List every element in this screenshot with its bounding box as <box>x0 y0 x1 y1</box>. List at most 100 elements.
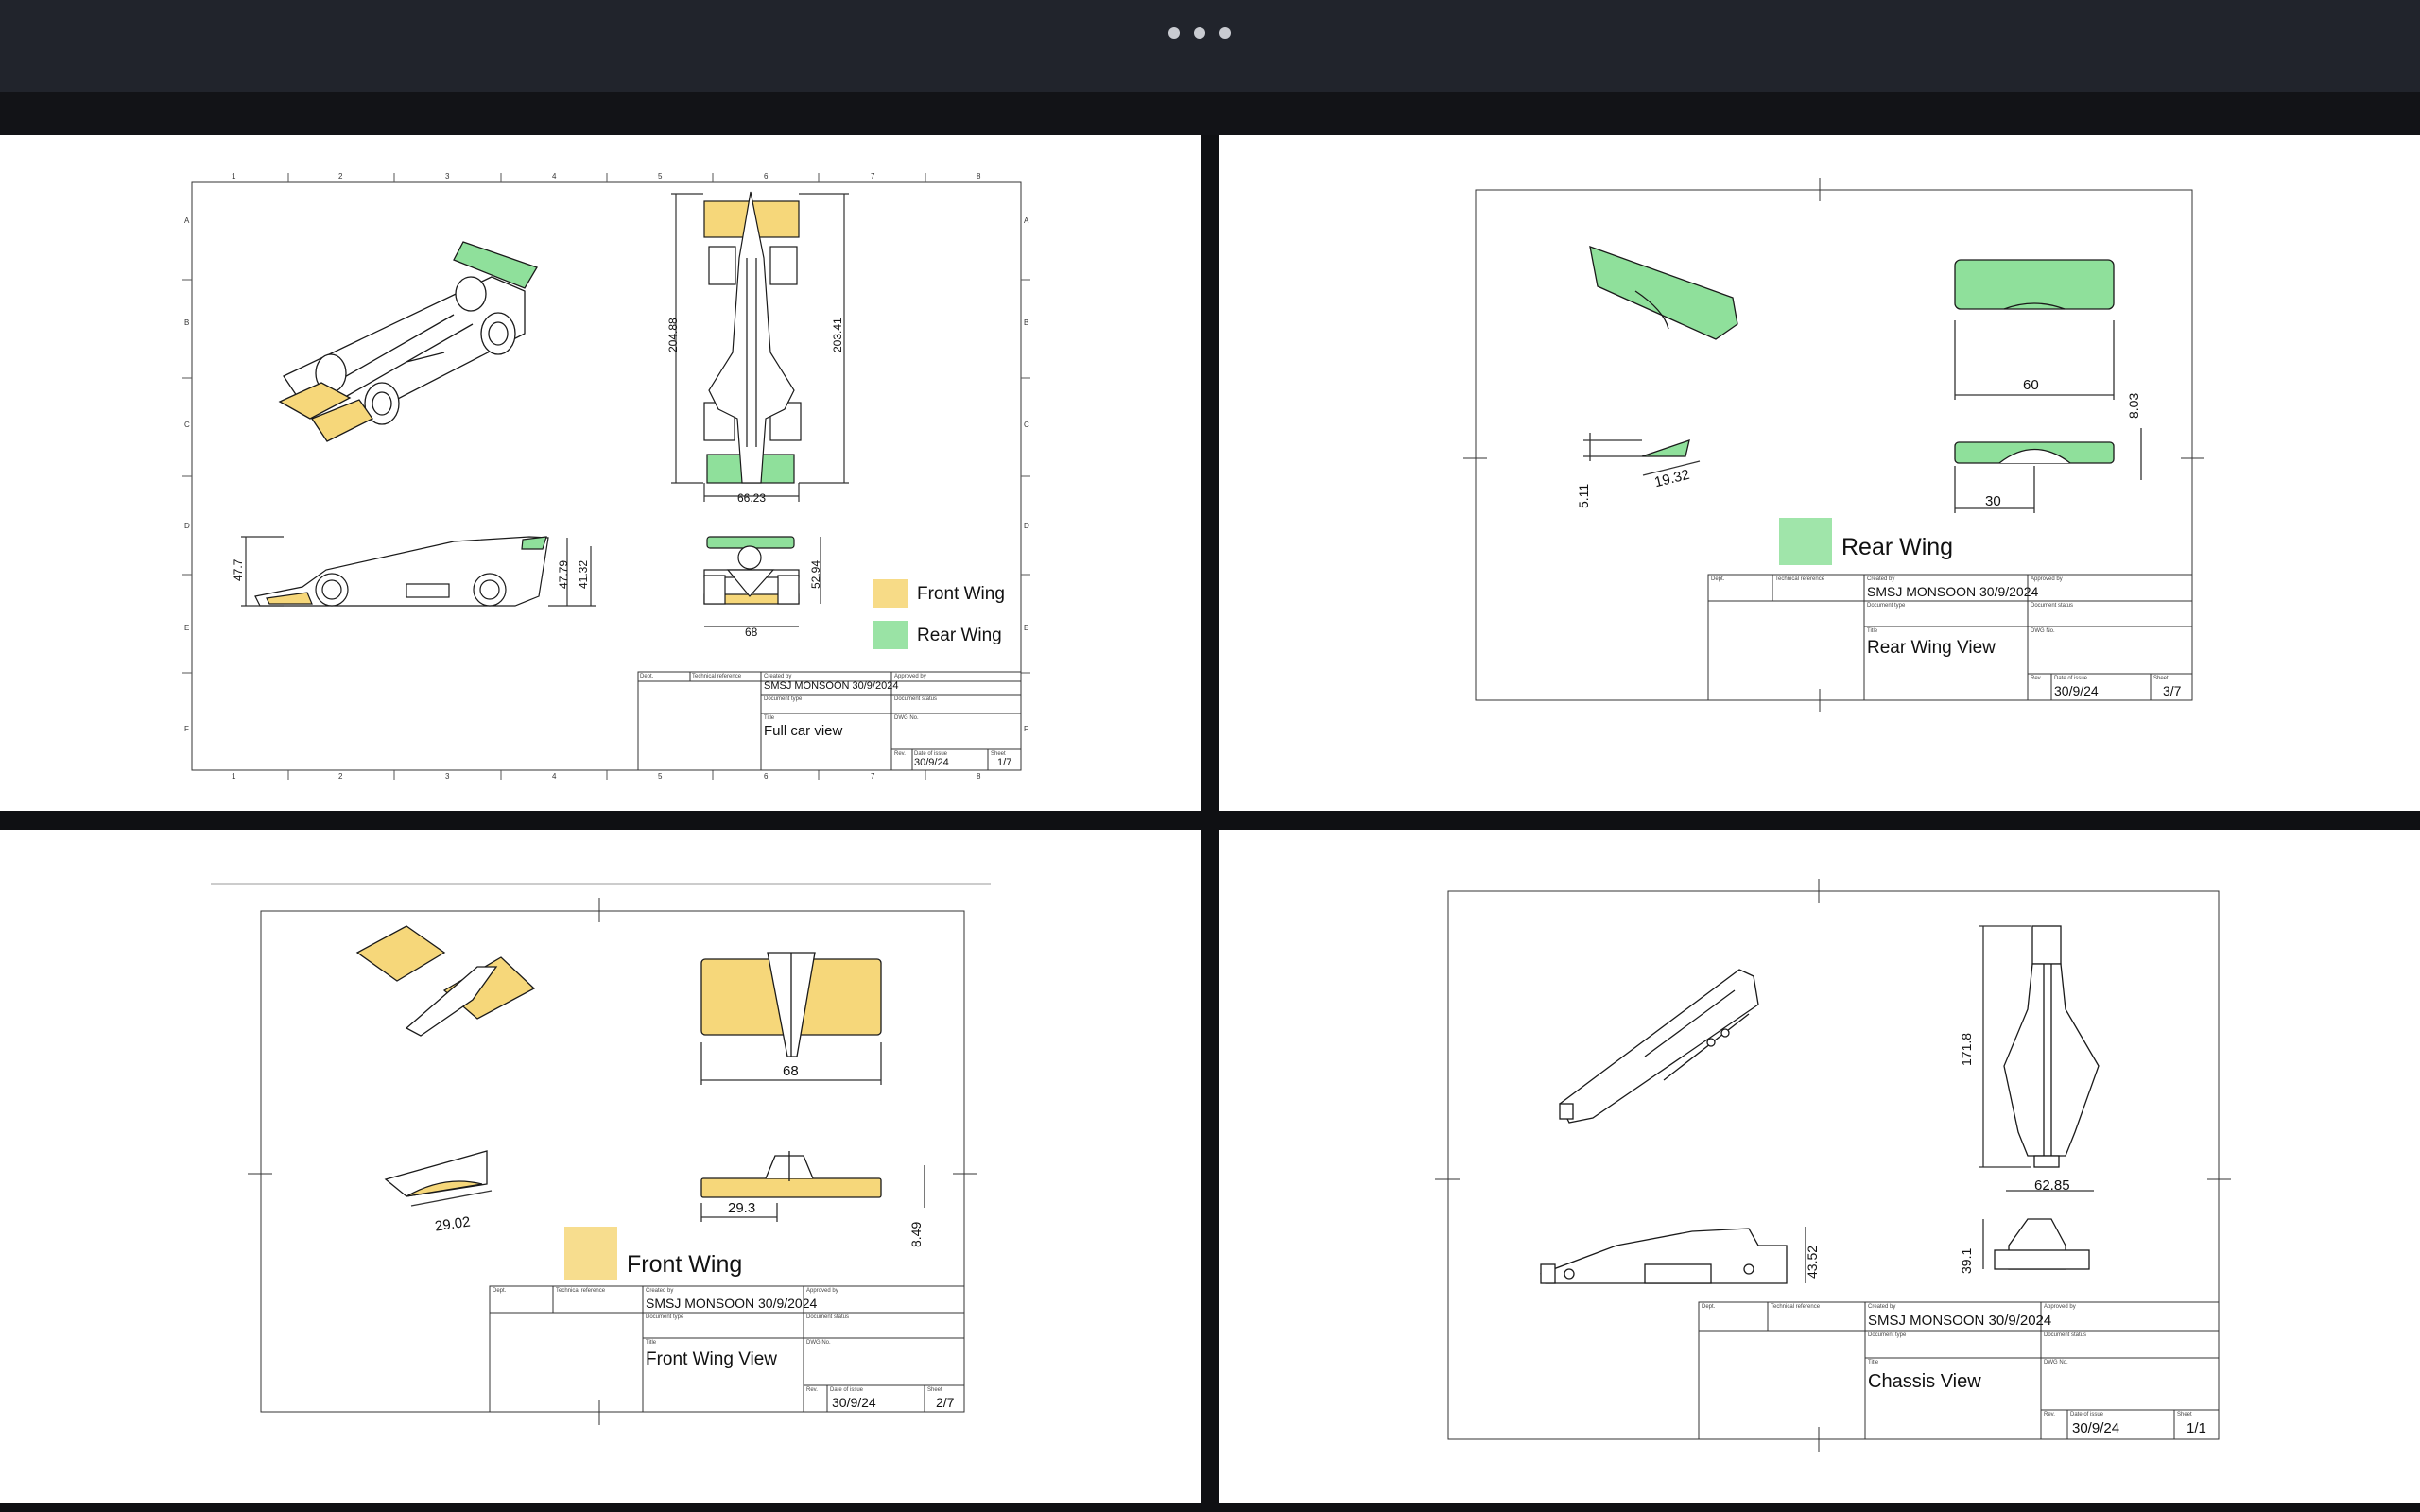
grid-row-label: F <box>184 725 189 733</box>
grid-row-label: C <box>1024 421 1029 429</box>
tb-docstatus-label: Document status <box>2031 603 2074 609</box>
dimension-label: 47.7 <box>232 558 245 581</box>
legend-front-wing: Front Wing <box>917 584 1005 604</box>
sheet-grid-ticks <box>182 173 1030 780</box>
tb-docstatus-label: Document status <box>806 1314 850 1320</box>
drawing-sheet-front-wing[interactable]: 68 29.02 29.3 8.49 Front Wing Dept. Tech… <box>0 830 1201 1503</box>
legend-front-wing: Front Wing <box>627 1251 743 1278</box>
dimension-label: 204.88 <box>666 318 680 352</box>
dimension-label: 203.41 <box>831 318 844 352</box>
grid-row-label: D <box>184 522 190 530</box>
grid-col-label: 6 <box>764 172 769 180</box>
tb-created-by: SMSJ MONSOON 30/9/2024 <box>764 680 899 692</box>
rear-wing-swatch <box>873 621 908 649</box>
tb-doctype-label: Document type <box>1867 603 1906 609</box>
window-titlebar <box>0 0 2420 92</box>
drawing-sheet-chassis[interactable]: 171.8 62.85 39.1 43.52 Dept. Technical r… <box>1219 830 2420 1503</box>
tb-date: 30/9/24 <box>832 1395 876 1410</box>
chassis-drawing <box>1435 879 2231 1452</box>
rear-wing-iso-view <box>1589 246 1738 340</box>
tb-approved-label: Approved by <box>2031 576 2063 582</box>
tb-rev-label: Rev. <box>2044 1412 2055 1418</box>
tb-date-label: Date of issue <box>2054 676 2088 681</box>
tb-dwg-label: DWG No. <box>806 1340 831 1346</box>
tb-rev-label: Rev. <box>894 751 906 757</box>
grid-col-label: 7 <box>871 772 875 781</box>
dot-icon <box>1168 27 1180 39</box>
tb-date-label: Date of issue <box>830 1387 864 1393</box>
tb-createdby-label: Created by <box>1867 576 1895 582</box>
grid-col-label: 5 <box>658 772 663 781</box>
dimension-label: 5.11 <box>1576 483 1591 508</box>
grid-row-label: A <box>184 216 190 225</box>
grid-col-label: 8 <box>977 772 981 781</box>
grid-row-label: A <box>1024 216 1029 225</box>
tb-doctype-label: Document type <box>1868 1332 1907 1338</box>
front-wing-swatch <box>873 579 908 608</box>
front-wing-side-view <box>384 1150 493 1207</box>
dimension-label: 30 <box>1985 493 2001 509</box>
dimension-label: 62.85 <box>2034 1177 2070 1194</box>
tb-date: 30/9/24 <box>2072 1420 2120 1436</box>
tb-sheet: 2/7 <box>936 1395 955 1410</box>
tb-title-label: Title <box>646 1340 657 1346</box>
tb-techref-label: Technical reference <box>1775 576 1825 582</box>
dot-icon <box>1194 27 1205 39</box>
tb-approved-label: Approved by <box>894 674 926 679</box>
more-options-dots-icon[interactable] <box>1168 27 1231 39</box>
dimension-label: 8.49 <box>908 1221 924 1247</box>
tb-title: Rear Wing View <box>1867 638 1996 658</box>
grid-col-label: 5 <box>658 172 663 180</box>
sheet-border <box>1447 890 2220 1440</box>
dimension-label: 66.23 <box>737 491 767 505</box>
dimension-label: 47.79 <box>557 559 570 589</box>
car-top-view <box>671 191 849 502</box>
grid-row-label: E <box>1024 624 1029 632</box>
tb-approved-label: Approved by <box>2044 1304 2076 1310</box>
grid-col-label: 3 <box>445 772 450 781</box>
grid-col-label: 1 <box>232 172 236 180</box>
tb-dept-label: Dept. <box>1711 576 1725 582</box>
tb-doctype-label: Document type <box>764 696 803 702</box>
grid-col-label: 7 <box>871 172 875 180</box>
dimension-label: 8.03 <box>2126 392 2141 419</box>
tb-dwg-label: DWG No. <box>894 715 919 721</box>
drawing-sheet-rear-wing[interactable]: 60 8.03 30 5.11 19.32 Rear Wing Dept. Te… <box>1219 135 2420 811</box>
tb-title: Chassis View <box>1868 1371 1981 1392</box>
tb-approved-label: Approved by <box>806 1288 838 1294</box>
tb-techref-label: Technical reference <box>1771 1304 1821 1310</box>
grid-row-label: D <box>1024 522 1029 530</box>
tb-title-label: Title <box>1868 1360 1879 1366</box>
tb-title-label: Title <box>1867 628 1878 634</box>
drawing-sheet-full-car[interactable]: 1 2 3 4 5 6 7 8 1 2 3 4 5 6 7 8 A B C D … <box>0 135 1201 811</box>
front-wing-iso-view <box>355 925 536 1037</box>
chassis-front-view <box>1982 1218 2090 1270</box>
car-front-view <box>703 536 821 627</box>
tb-title: Front Wing View <box>646 1349 778 1369</box>
legend-rear-wing: Rear Wing <box>917 626 1002 645</box>
tb-dept-label: Dept. <box>493 1288 507 1294</box>
tb-sheet: 1/7 <box>997 757 1012 768</box>
dimension-label: 171.8 <box>1959 1032 1974 1066</box>
grid-row-label: B <box>1024 318 1029 327</box>
tb-sheet: 1/1 <box>2187 1420 2206 1436</box>
dimension-label: 52.94 <box>809 559 822 589</box>
tb-date: 30/9/24 <box>914 757 949 768</box>
chassis-side-view <box>1540 1227 1806 1284</box>
tb-title-label: Title <box>764 715 775 721</box>
rear-wing-front-view <box>1954 428 2142 513</box>
chassis-iso-view <box>1559 969 1759 1124</box>
dimension-label: 60 <box>2023 377 2039 393</box>
grid-col-label: 4 <box>552 772 557 781</box>
tb-created-by: SMSJ MONSOON 30/9/2024 <box>1867 584 2039 599</box>
full-car-drawing <box>182 173 1030 780</box>
dimension-label: 68 <box>745 626 758 639</box>
tb-createdby-label: Created by <box>1868 1304 1896 1310</box>
tb-createdby-label: Created by <box>764 674 792 679</box>
grid-row-label: B <box>184 318 190 327</box>
tb-rev-label: Rev. <box>2031 676 2042 681</box>
tb-dept-label: Dept. <box>1702 1304 1716 1310</box>
tb-sheet-label: Sheet <box>2153 676 2169 681</box>
grid-row-label: F <box>1024 725 1028 733</box>
tb-dwg-label: DWG No. <box>2044 1360 2068 1366</box>
